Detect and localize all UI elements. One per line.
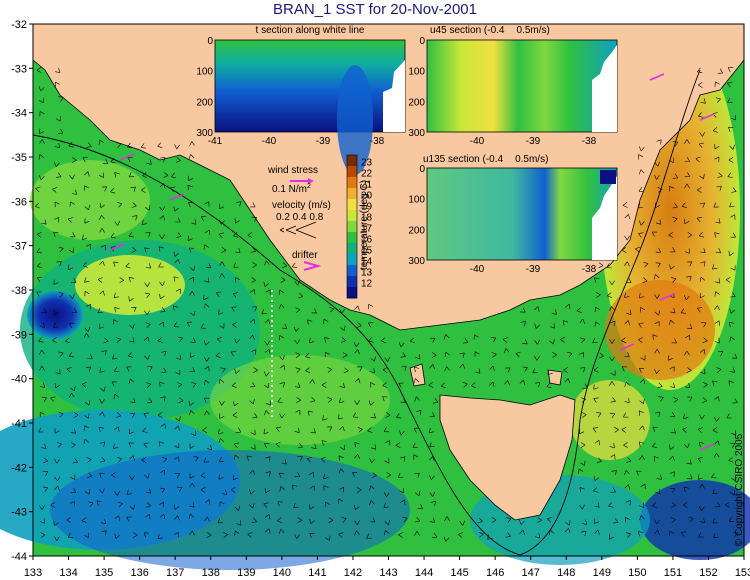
lat-tick-label: -42: [11, 462, 27, 474]
lat-tick-label: -33: [11, 63, 27, 75]
lon-tick-label: 137: [166, 567, 184, 579]
velocity-values: 0.2 0.4 0.8: [276, 212, 324, 223]
lon-tick-label: 134: [59, 567, 77, 579]
lon-tick-label: 142: [344, 567, 362, 579]
inset-depth-label: 200: [196, 97, 213, 108]
lon-tick-label: 150: [628, 567, 646, 579]
lon-tick-label: 147: [522, 567, 540, 579]
colorbar-tick: 22: [361, 169, 373, 180]
lon-tick-label: 146: [486, 567, 504, 579]
lat-tick-label: -36: [11, 196, 27, 208]
lat-tick-label: -41: [11, 418, 27, 430]
inset-depth-label: 300: [408, 128, 425, 139]
inset-depth-label: 0: [207, 36, 213, 47]
inset-lat-label: -39: [526, 264, 541, 275]
lon-tick-label: 153: [735, 567, 750, 579]
t-section-title: t section along white line: [256, 25, 365, 36]
colorbar-tick: 23: [361, 158, 373, 169]
u45-title: u45 section (-0.4 0.5m/s): [430, 25, 550, 36]
wind-stress-label: wind stress: [267, 165, 318, 176]
lat-tick-label: -37: [11, 241, 27, 253]
lon-tick-label: 140: [273, 567, 291, 579]
inset-depth-label: 0: [419, 36, 425, 47]
inset-lat-label: -40: [470, 264, 485, 275]
colorbar-swatch: [347, 188, 357, 200]
lon-tick-label: 133: [24, 567, 42, 579]
colorbar-swatch: [347, 265, 357, 277]
lat-tick-label: -40: [11, 374, 27, 386]
lon-tick-label: 151: [664, 567, 682, 579]
lat-tick-label: -35: [11, 152, 27, 164]
inset-depth-label: 100: [408, 67, 425, 78]
colorbar-swatch: [347, 254, 357, 266]
lon-tick-label: 141: [308, 567, 326, 579]
lon-tick-label: 148: [557, 567, 575, 579]
lon-tick-label: 136: [130, 567, 148, 579]
lon-tick-label: 135: [95, 567, 113, 579]
lon-tick-label: 145: [450, 567, 468, 579]
lat-tick-label: -32: [11, 19, 27, 31]
inset-lat-label: -38: [582, 136, 597, 147]
inset-lat-label: -39: [316, 136, 331, 147]
lat-tick-label: -34: [11, 108, 27, 120]
copyright-text: © Copyright CSIRO 2005: [734, 433, 745, 546]
lon-tick-label: 144: [415, 567, 433, 579]
colorbar-swatch: [347, 199, 357, 211]
colorbar-swatch: [347, 276, 357, 288]
lon-tick-label: 138: [202, 567, 220, 579]
inset-lat-label: -38: [582, 264, 597, 275]
velocity-label: velocity (m/s): [272, 200, 331, 211]
colorbar-swatch: [347, 166, 357, 178]
inset-u135-section: u135 section (-0.4 0.5m/s) 0 100 200 300 -40 -…: [408, 154, 618, 275]
lat-tick-label: -44: [11, 551, 27, 563]
lon-tick-label: 149: [593, 567, 611, 579]
lon-tick-label: 143: [379, 567, 397, 579]
lat-tick-label: -38: [11, 285, 27, 297]
colorbar-swatch: [347, 210, 357, 222]
colorbar-swatch: [347, 221, 357, 233]
colorbar-swatch: [347, 155, 357, 167]
drifter-label: drifter: [292, 250, 318, 261]
lon-tick-label: 139: [237, 567, 255, 579]
colorbar-swatch: [347, 177, 357, 189]
colorbar-swatch: [347, 243, 357, 255]
wind-stress-value: 0.1 N/m2: [272, 183, 311, 195]
inset-lat-label: -40: [262, 136, 277, 147]
inset-lat-label: -40: [470, 136, 485, 147]
inset-depth-label: 100: [408, 195, 425, 206]
inset-u45-section: u45 section (-0.4 0.5m/s) 0 100 200 300 -40 -3…: [408, 25, 618, 147]
inset-lat-label: -39: [526, 136, 541, 147]
lat-tick-label: -43: [11, 507, 27, 519]
inset-depth-label: 200: [408, 97, 425, 108]
lon-tick-label: 152: [699, 567, 717, 579]
colorbar-label: temperature (deg C): [359, 180, 370, 270]
sst-map: 133 134 135 136 137 138 139 140 141 142 143 144 145 1…: [0, 19, 750, 579]
colorbar-swatch: [347, 232, 357, 244]
inset-lat-label: -38: [370, 136, 385, 147]
inset-lat-label: -41: [208, 136, 223, 147]
inset-depth-label: 300: [408, 256, 425, 267]
inset-depth-label: 100: [196, 67, 213, 78]
inset-depth-label: 0: [419, 164, 425, 175]
u135-title: u135 section (-0.4 0.5m/s): [423, 154, 548, 165]
colorbar-swatch: [347, 287, 357, 299]
inset-depth-label: 200: [408, 225, 425, 236]
colorbar-tick: 12: [361, 279, 373, 290]
lat-tick-label: -39: [11, 329, 27, 341]
